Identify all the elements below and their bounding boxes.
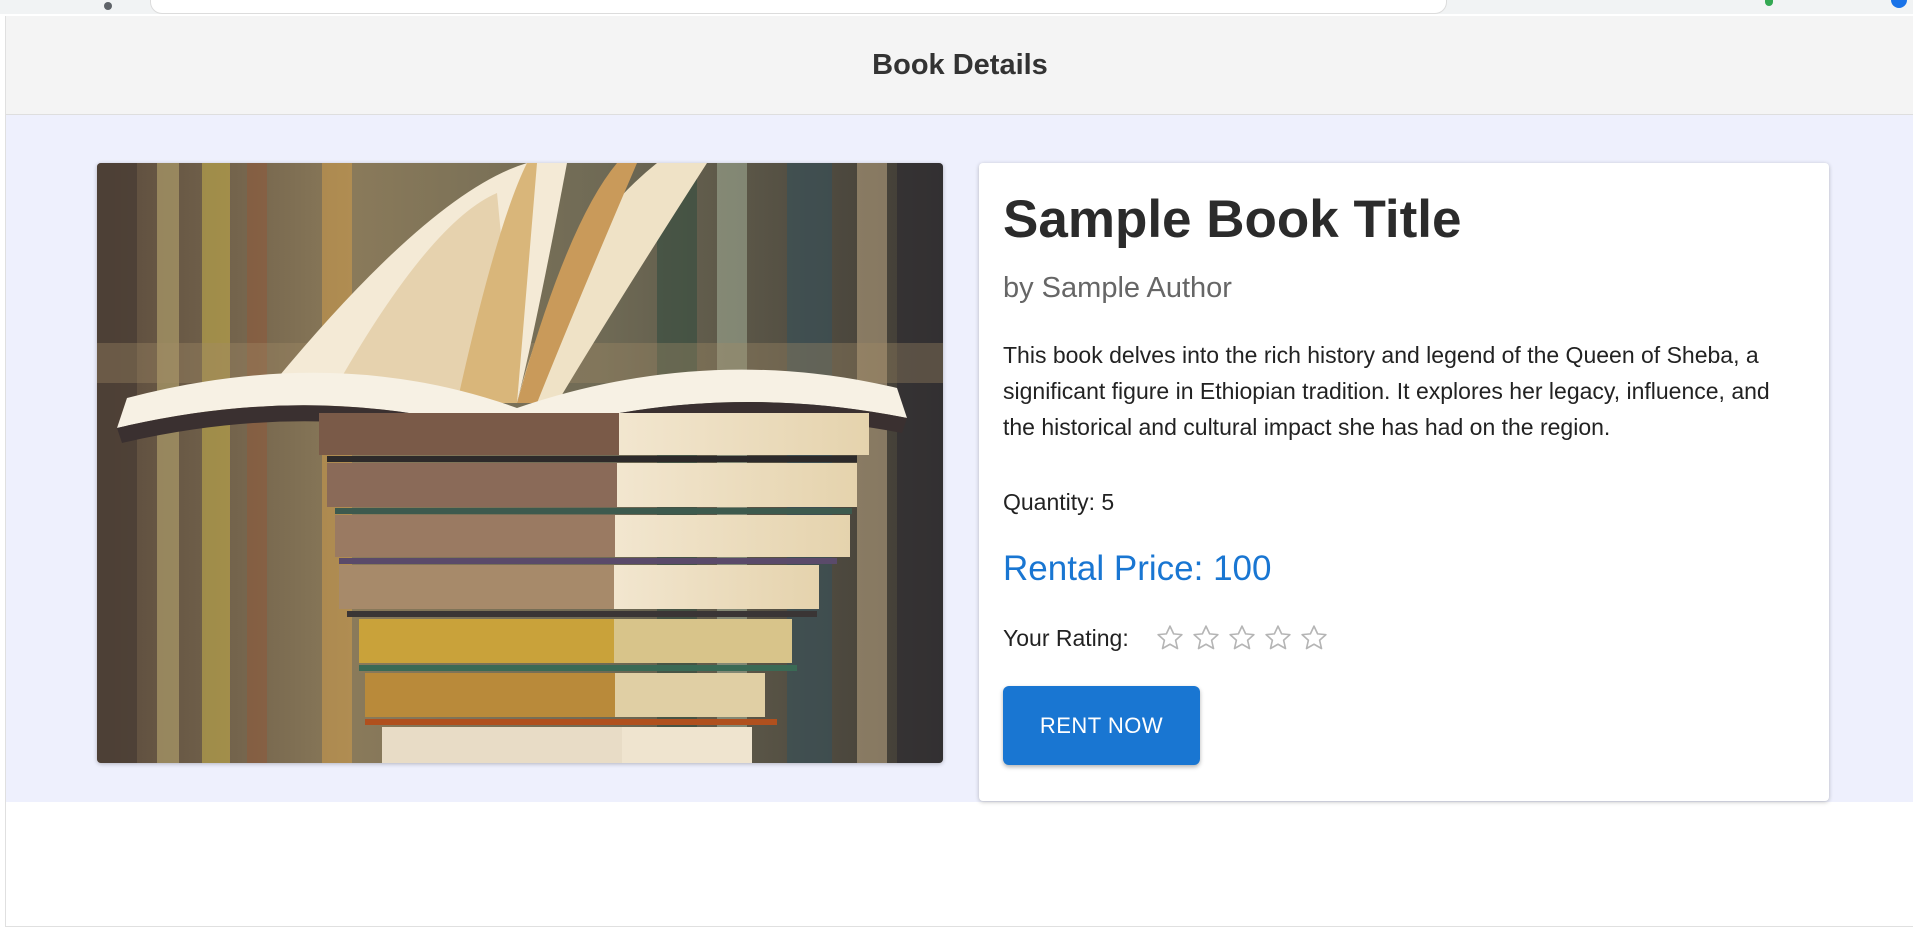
- book-details-section: Sample Book Title by Sample Author This …: [6, 115, 1913, 802]
- rating-row: Your Rating:: [1003, 620, 1329, 656]
- app-root: Book Details Sample Book Title by Sample…: [5, 16, 1913, 927]
- book-author: by Sample Author: [1003, 272, 1232, 304]
- book-info-card: Sample Book Title by Sample Author This …: [979, 163, 1829, 801]
- star-rating[interactable]: [1155, 623, 1329, 653]
- rating-label: Your Rating:: [1003, 624, 1129, 651]
- star-outline-icon[interactable]: [1155, 623, 1185, 653]
- profile-icon[interactable]: [1891, 0, 1907, 8]
- extension-icon[interactable]: [1765, 0, 1773, 6]
- book-cover-image: [97, 163, 943, 763]
- page-header: Book Details: [6, 16, 1913, 115]
- rental-price: Rental Price: 100: [1003, 549, 1272, 588]
- browser-toolbar: [0, 0, 1913, 14]
- reload-icon[interactable]: [104, 2, 112, 10]
- page-title: Book Details: [872, 48, 1048, 81]
- star-outline-icon[interactable]: [1299, 623, 1329, 653]
- book-title: Sample Book Title: [1003, 190, 1462, 249]
- rent-now-button[interactable]: RENT NOW: [1003, 686, 1200, 765]
- book-description: This book delves into the rich history a…: [1003, 342, 1770, 440]
- book-quantity: Quantity: 5: [1003, 489, 1115, 515]
- address-bar[interactable]: [150, 0, 1447, 14]
- star-outline-icon[interactable]: [1191, 623, 1221, 653]
- star-outline-icon[interactable]: [1263, 623, 1293, 653]
- star-outline-icon[interactable]: [1227, 623, 1257, 653]
